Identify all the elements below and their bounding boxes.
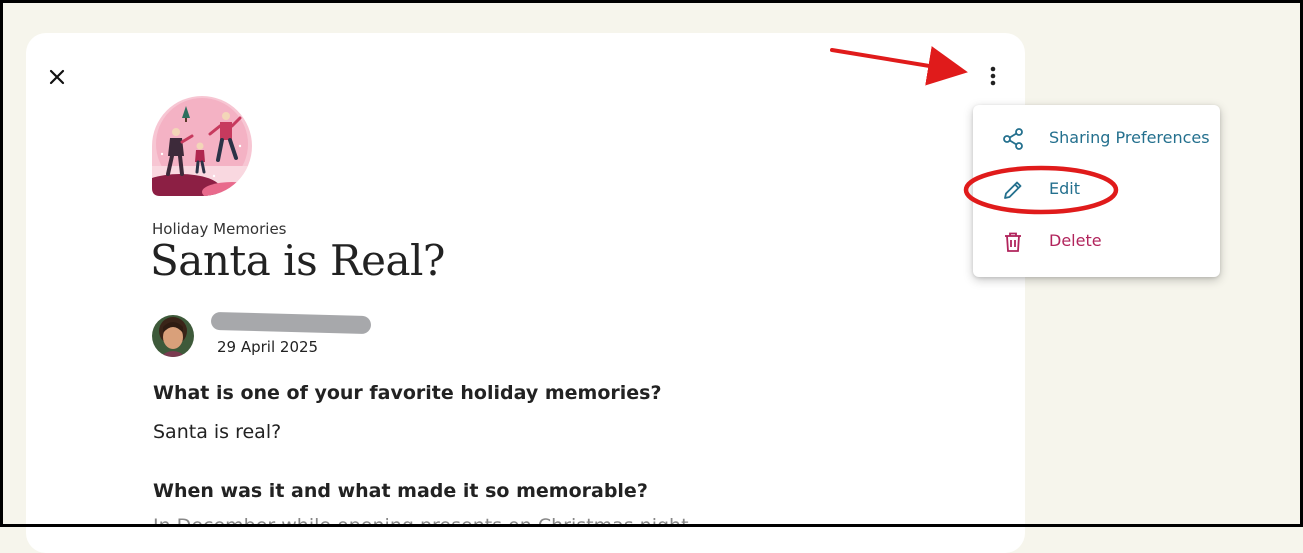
story-options-menu: Sharing Preferences Edit Delete xyxy=(973,105,1220,277)
close-icon xyxy=(49,69,65,85)
menu-item-delete[interactable]: Delete xyxy=(973,219,1220,263)
question-1: What is one of your favorite holiday mem… xyxy=(153,382,662,404)
answer-1: Santa is real? xyxy=(153,421,282,443)
menu-item-label: Edit xyxy=(1049,179,1080,198)
author-avatar[interactable] xyxy=(152,315,194,357)
more-vertical-icon xyxy=(990,66,996,86)
share-icon xyxy=(1003,128,1023,150)
menu-item-label: Sharing Preferences xyxy=(1049,128,1210,147)
story-date: 29 April 2025 xyxy=(217,338,319,356)
close-button[interactable] xyxy=(44,64,70,90)
menu-item-label: Delete xyxy=(1049,231,1102,250)
menu-item-edit[interactable]: Edit xyxy=(973,167,1220,211)
story-title: Santa is Real? xyxy=(150,236,445,285)
menu-item-sharing-preferences[interactable]: Sharing Preferences xyxy=(973,116,1220,160)
pencil-icon xyxy=(1004,181,1022,199)
trash-icon xyxy=(1005,232,1021,252)
answer-2: In December while opening presents on Ch… xyxy=(153,515,714,527)
more-options-button[interactable] xyxy=(980,62,1006,90)
question-2: When was it and what made it so memorabl… xyxy=(153,480,648,502)
story-prompt-illustration xyxy=(152,96,252,196)
